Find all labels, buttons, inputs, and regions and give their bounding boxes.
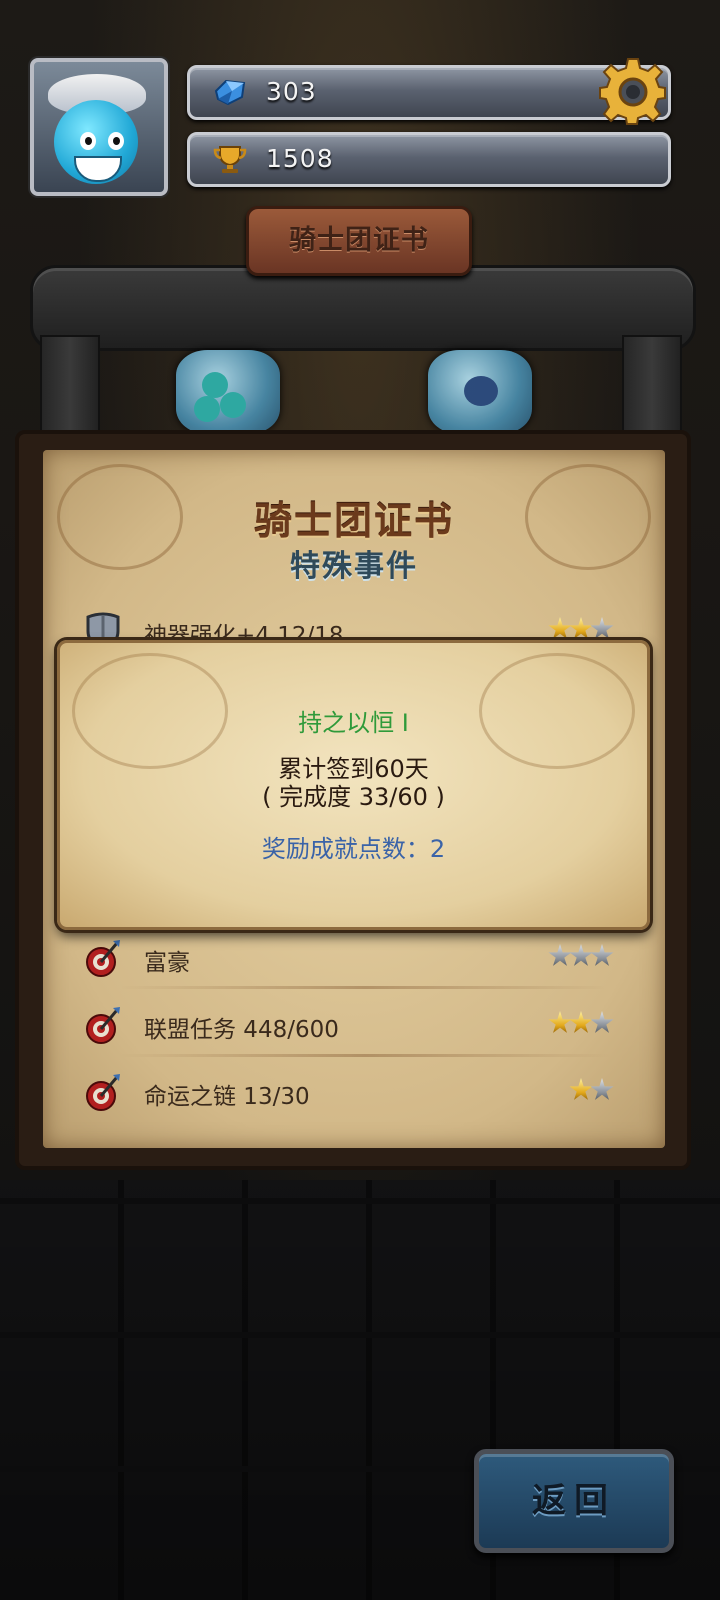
gems-count: 303: [266, 77, 317, 106]
popup-title: 持之以恒 I: [298, 709, 409, 737]
helmet-crystal: [428, 350, 532, 434]
achievement-row[interactable]: 命运之链 13/30: [84, 1068, 614, 1118]
slime-blob: [220, 392, 246, 418]
target-arrow-icon: [86, 1007, 120, 1044]
slime-trio-crystal: [176, 350, 280, 434]
star-gold-icon: [548, 1011, 572, 1033]
star-grey-icon: [548, 944, 572, 966]
certificate-title: 骑士团证书: [253, 499, 454, 543]
achievement-label: 富豪: [144, 950, 190, 976]
gold-trophy-icon: [213, 146, 247, 173]
achievement-label: 联盟任务 448/600: [144, 1017, 339, 1043]
achievement-label: 命运之链 13/30: [144, 1084, 310, 1110]
blue-gem-icon: [214, 79, 246, 106]
slime-blob: [194, 396, 220, 422]
gear-icon[interactable]: [598, 56, 668, 126]
achievement-row[interactable]: 富豪: [84, 934, 614, 984]
star-grey-icon: [590, 944, 614, 966]
star-rating: [569, 1078, 614, 1106]
star-gold-icon: [569, 1011, 593, 1033]
star-grey-icon: [590, 617, 614, 639]
row-divider: [120, 1054, 610, 1057]
arch-beam: [30, 265, 696, 351]
trophies-bar: 1508: [187, 132, 671, 187]
star-gold-icon: [548, 617, 572, 639]
target-arrow-icon: [86, 940, 120, 977]
avatar-eye-right: [108, 132, 124, 150]
popup-description-line: 累计签到60天: [278, 755, 429, 783]
popup-progress: ( 完成度 33/60 ): [262, 783, 445, 811]
helmet-shape: [464, 376, 498, 406]
popup-reward: 奖励成就点数：2: [261, 835, 446, 863]
back-button-label: 返回: [532, 1481, 616, 1521]
avatar-eye-left: [80, 132, 96, 150]
player-avatar[interactable]: [30, 58, 168, 196]
achievement-row[interactable]: 联盟任务 448/600: [84, 1001, 614, 1051]
target-arrow-icon: [86, 1074, 120, 1111]
star-grey-icon: [590, 1011, 614, 1033]
banner-sign: 骑士团证书: [246, 206, 472, 276]
row-divider: [120, 986, 610, 989]
star-gold-icon: [569, 617, 593, 639]
certificate-subtitle: 特殊事件: [290, 549, 418, 584]
achievement-detail-popup: 持之以恒 I 累计签到60天 ( 完成度 33/60 ) 奖励成就点数：2: [57, 640, 650, 930]
star-rating: [548, 1011, 614, 1039]
trophies-count: 1508: [266, 144, 334, 173]
back-button[interactable]: 返回: [474, 1449, 674, 1553]
popup-description: 累计签到60天 ( 完成度 33/60 ): [60, 755, 647, 811]
banner-sign-text: 骑士团证书: [289, 225, 429, 256]
star-grey-icon: [590, 1078, 614, 1100]
star-grey-icon: [569, 944, 593, 966]
star-gold-icon: [569, 1078, 593, 1100]
star-rating: [548, 944, 614, 972]
